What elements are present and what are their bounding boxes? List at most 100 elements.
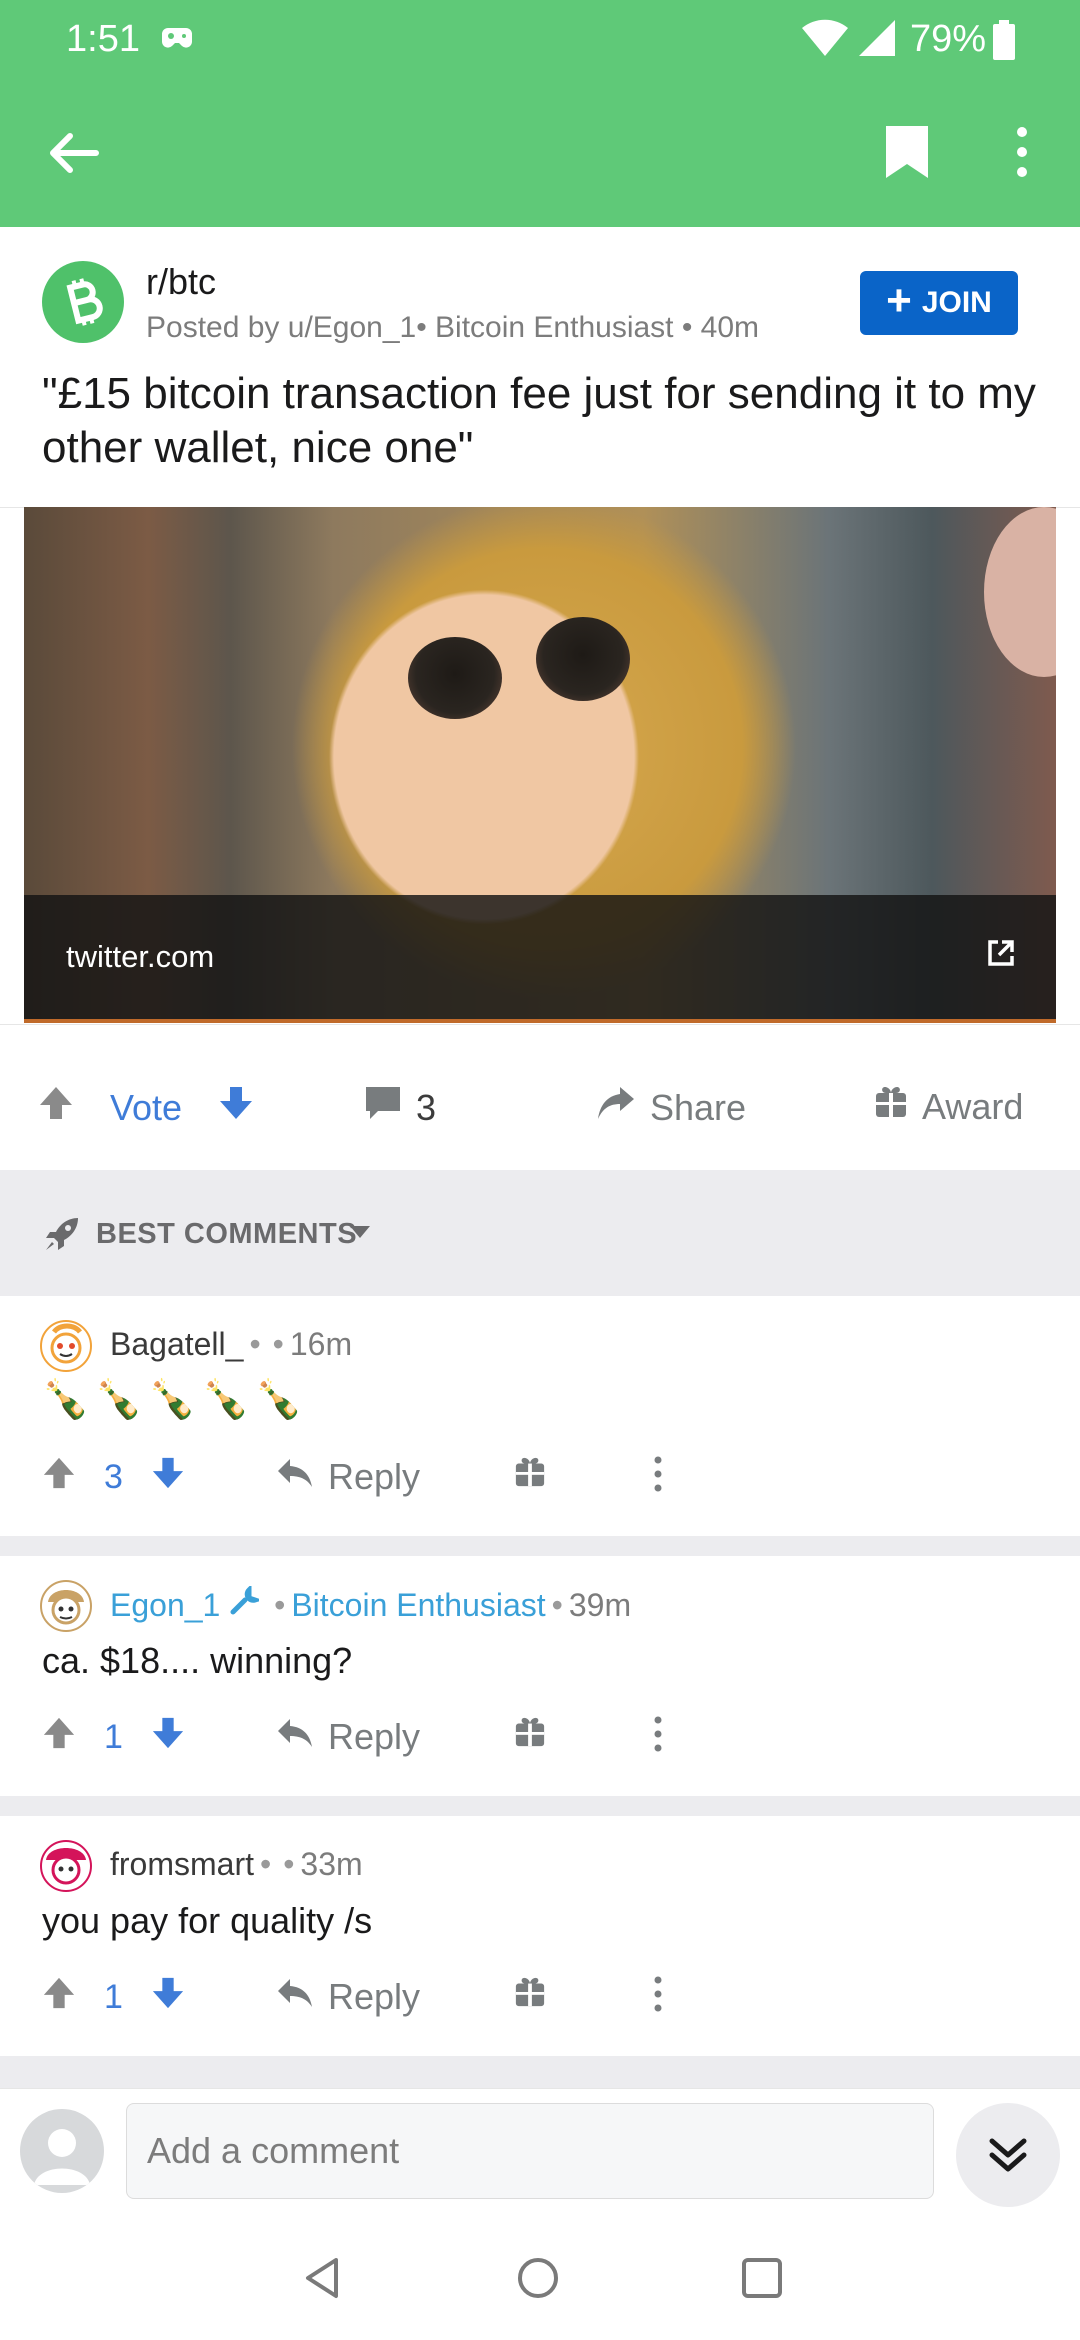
reply-label: Reply [328, 1976, 421, 2017]
comment-time: 39m [568, 1587, 632, 1623]
award-label: Award [922, 1085, 1024, 1127]
comment-count: 3 [416, 1086, 437, 1128]
more-options-icon[interactable] [1008, 124, 1036, 185]
link-domain: twitter.com [66, 939, 215, 974]
comment-time: 33m [300, 1846, 363, 1882]
give-award-button[interactable] [514, 1976, 546, 2008]
reply-button[interactable]: Reply [276, 1456, 420, 1498]
comment: fromsmart • • 33m you pay for quality /s 1 … [0, 1816, 1080, 2056]
share-button[interactable]: Share [596, 1085, 746, 1130]
comment: Bagatell_ • • 16m 🍾🍾🍾🍾🍾 3 Reply [0, 1296, 1080, 1532]
comment-body: you pay for quality /s [42, 1900, 373, 1941]
subreddit-avatar[interactable] [42, 261, 124, 343]
reply-button[interactable]: Reply [276, 1976, 420, 2018]
image-detail [984, 507, 1056, 677]
reply-icon [276, 1716, 314, 1758]
back-arrow-icon[interactable] [44, 124, 102, 187]
more-options-icon [654, 1456, 662, 1492]
comment-username[interactable]: fromsmart [110, 1846, 254, 1882]
external-link-icon[interactable] [986, 938, 1016, 973]
comment-vote-control: 1 [42, 1716, 185, 1759]
comment-actions: 1 Reply [0, 1976, 1080, 2036]
give-award-button[interactable] [514, 1716, 546, 1748]
comment-actions: 1 Reply [0, 1716, 1080, 1776]
comment-body: 🍾🍾🍾🍾🍾 [42, 1379, 309, 1421]
plus-icon: + [886, 276, 912, 325]
comment-sort-bar[interactable]: BEST COMMENTS [0, 1170, 1080, 1296]
comment-composer: Add a comment [0, 2088, 1080, 2218]
comment-input[interactable]: Add a comment [126, 2103, 934, 2199]
downvote-icon[interactable] [218, 1085, 254, 1130]
comment-username[interactable]: Egon_1 [110, 1587, 220, 1623]
nav-home-icon[interactable] [516, 2256, 560, 2305]
gift-icon [515, 1457, 545, 1487]
share-icon [596, 1085, 636, 1130]
give-award-button[interactable] [514, 1456, 546, 1488]
wifi-icon [800, 18, 850, 63]
join-button[interactable]: + JOIN [860, 271, 1018, 335]
nav-back-icon[interactable] [300, 2256, 344, 2305]
bookmark-icon[interactable] [884, 124, 930, 185]
gift-icon [874, 1085, 908, 1128]
system-navigation-bar [0, 2218, 1080, 2340]
more-options-icon [654, 1716, 662, 1752]
nav-recents-icon[interactable] [740, 2256, 784, 2305]
comment-vote-control: 1 [42, 1976, 185, 2019]
link-preview-image[interactable]: twitter.com [24, 507, 1056, 1023]
reply-button[interactable]: Reply [276, 1716, 420, 1758]
comments-button[interactable]: 3 [364, 1085, 436, 1130]
avatar[interactable] [40, 1840, 92, 1892]
comment-header: Egon_1 • Bitcoin Enthusiast • 39m [110, 1584, 632, 1623]
comment-more-button[interactable] [652, 1456, 664, 1492]
reply-label: Reply [328, 1716, 421, 1757]
gamepad-icon [160, 24, 194, 59]
comment-vote-control: 3 [42, 1456, 185, 1499]
comment-more-button[interactable] [652, 1716, 664, 1752]
comment: Egon_1 • Bitcoin Enthusiast • 39m ca. $18..… [0, 1556, 1080, 1792]
award-button[interactable]: Award [874, 1085, 1023, 1128]
downvote-icon[interactable] [151, 1976, 185, 2019]
user-flair: Bitcoin Enthusiast [291, 1587, 546, 1623]
upvote-icon[interactable] [42, 1976, 76, 2019]
user-avatar[interactable] [20, 2109, 104, 2193]
battery-icon [993, 20, 1015, 65]
bitcoin-cash-icon [66, 278, 103, 326]
post-header: r/btc Posted by u/Egon_1• Bitcoin Enthus… [0, 227, 1080, 507]
upvote-icon[interactable] [38, 1085, 74, 1130]
link-accent-line [24, 1019, 1056, 1023]
vote-label: Vote [110, 1086, 183, 1128]
post-action-bar: Vote 3 Share Award [0, 1035, 1080, 1170]
reply-label: Reply [328, 1456, 421, 1497]
post-title: "£15 bitcoin transaction fee just for se… [42, 369, 1036, 472]
comment-header: Bagatell_ • • 16m [110, 1326, 353, 1362]
subreddit-name[interactable]: r/btc [146, 261, 216, 303]
avatar[interactable] [40, 1580, 92, 1632]
double-chevron-down-icon [989, 2138, 1027, 2172]
downvote-icon[interactable] [151, 1716, 185, 1759]
scroll-down-button[interactable] [956, 2103, 1060, 2207]
comment-more-button[interactable] [652, 1976, 664, 2012]
sort-label: BEST COMMENTS [96, 1218, 358, 1250]
comment-bubble-icon [364, 1085, 402, 1130]
battery-percent: 79% [910, 18, 987, 60]
vote-control: Vote [38, 1085, 254, 1130]
comment-score: 1 [104, 1718, 123, 1756]
comment-score: 1 [104, 1978, 123, 2016]
comment-score: 3 [104, 1458, 123, 1496]
comment-time: 16m [289, 1326, 353, 1362]
comment-username[interactable]: Bagatell_ [110, 1326, 243, 1362]
comment-body: ca. $18.... winning? [42, 1640, 353, 1681]
cellular-signal-icon [855, 18, 897, 63]
upvote-icon[interactable] [42, 1716, 76, 1759]
avatar[interactable] [40, 1320, 92, 1372]
image-detail [408, 637, 502, 719]
reply-icon [276, 1976, 314, 2018]
wrench-icon [229, 1584, 264, 1623]
app-header: 1:51 79% [0, 0, 1080, 227]
upvote-icon[interactable] [42, 1456, 76, 1499]
downvote-icon[interactable] [151, 1456, 185, 1499]
comment-divider [0, 2056, 1080, 2088]
comment-actions: 3 Reply [0, 1456, 1080, 1516]
more-options-icon [654, 1976, 662, 2012]
gift-icon [515, 1717, 545, 1747]
